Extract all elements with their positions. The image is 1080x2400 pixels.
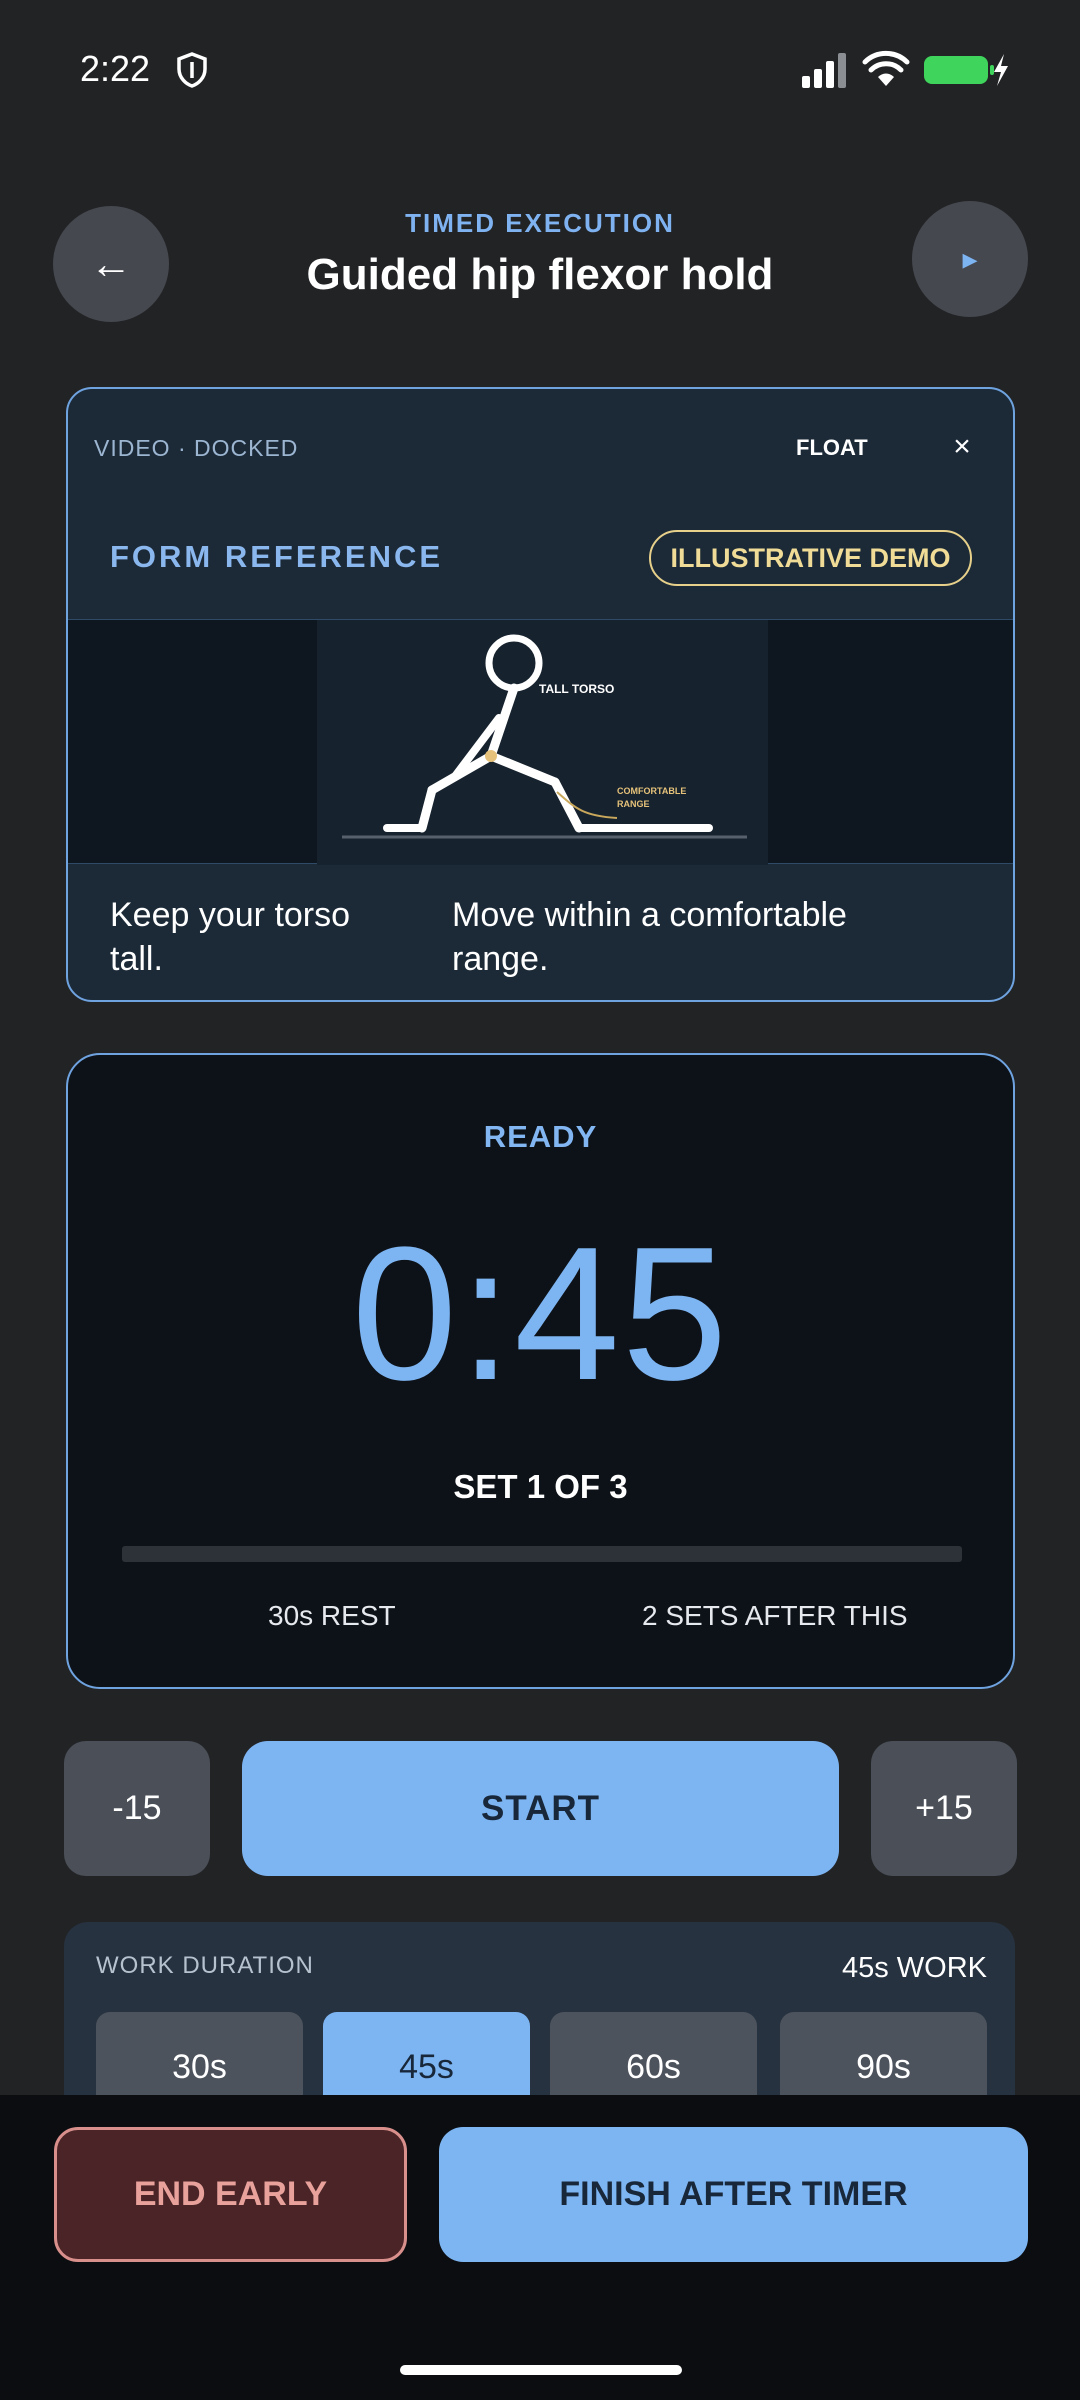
work-duration-panel: WORK DURATION 45s WORK 30s 45s 60s 90s — [64, 1922, 1015, 2102]
timer-progress-bar — [122, 1546, 962, 1562]
close-icon[interactable]: × — [942, 427, 982, 467]
section-title: FORM REFERENCE — [110, 539, 444, 574]
start-button[interactable]: START — [242, 1741, 839, 1876]
video-card: VIDEO · DOCKED FLOAT × FORM REFERENCE IL… — [66, 387, 1015, 1002]
set-counter: SET 1 OF 3 — [453, 1468, 628, 1505]
float-button[interactable]: FLOAT — [796, 435, 868, 461]
signal-icon — [800, 52, 852, 88]
duration-option-60s[interactable]: 60s — [550, 2012, 757, 2102]
caption-item: Keep your torso tall. — [110, 896, 351, 978]
finish-after-timer-button[interactable]: FINISH AFTER TIMER — [439, 2127, 1028, 2262]
sets-remaining-label: 2 SETS AFTER THIS — [642, 1600, 908, 1631]
wifi-icon — [862, 48, 910, 88]
home-indicator[interactable] — [400, 2365, 682, 2375]
stretch-illustration: TALL TORSO COMFORTABLE RANGE — [342, 634, 747, 839]
shield-icon — [176, 52, 208, 88]
end-early-button[interactable]: END EARLY — [54, 2127, 407, 2262]
duration-option-30s[interactable]: 30s — [96, 2012, 303, 2102]
minus-15-button[interactable]: -15 — [64, 1741, 210, 1876]
video-player[interactable]: TALL TORSO COMFORTABLE RANGE — [68, 619, 1013, 865]
play-icon: ▸ — [962, 242, 978, 276]
status-badge: ILLUSTRATIVE DEMO — [649, 530, 972, 586]
caption-item: Move within a comfortable range. — [452, 896, 847, 978]
range-label-2: RANGE — [617, 799, 650, 809]
plus-15-button[interactable]: +15 — [871, 1741, 1017, 1876]
video-mode-label: VIDEO · DOCKED — [94, 435, 299, 461]
duration-option-45s[interactable]: 45s — [323, 2012, 530, 2102]
status-bar: 2:22 — [0, 0, 1080, 140]
rest-label: 30s REST — [268, 1600, 396, 1631]
range-label: COMFORTABLE — [617, 786, 686, 796]
battery-charging-icon — [922, 52, 1008, 88]
timer-display: 0:45 — [351, 1208, 730, 1420]
timer-card: READY 0:45 SET 1 OF 3 30s REST 2 SETS AF… — [66, 1053, 1015, 1689]
bottom-action-bar: END EARLY FINISH AFTER TIMER — [0, 2095, 1080, 2400]
timer-state: READY — [483, 1119, 598, 1154]
work-duration-label: WORK DURATION — [96, 1952, 314, 1979]
video-header: VIDEO · DOCKED FLOAT × FORM REFERENCE IL… — [68, 389, 1013, 619]
torso-label: TALL TORSO — [539, 682, 614, 696]
work-duration-value: 45s WORK — [841, 1952, 987, 1984]
captions: Keep your torso tall. Move within a comf… — [68, 865, 1013, 1000]
status-time: 2:22 — [80, 48, 151, 89]
duration-option-90s[interactable]: 90s — [780, 2012, 987, 2102]
next-button[interactable]: ▸ — [912, 201, 1028, 317]
